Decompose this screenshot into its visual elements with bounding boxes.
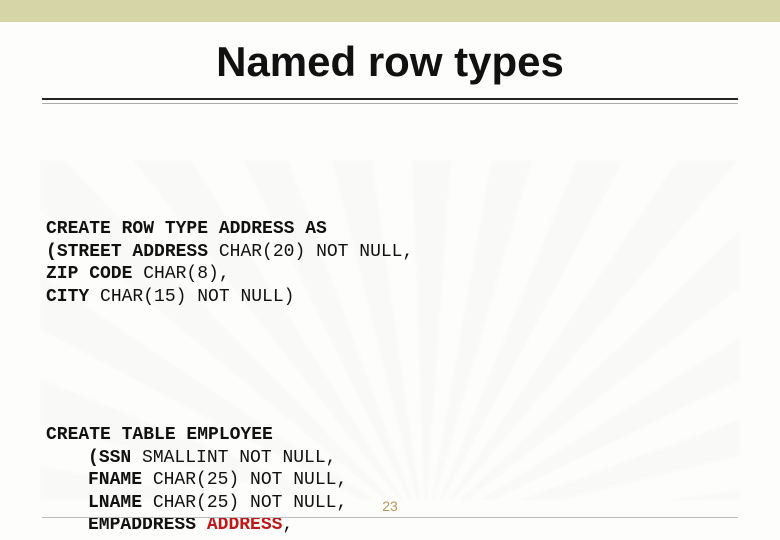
footer-rule bbox=[42, 517, 738, 518]
code-token: CHAR(8), bbox=[132, 264, 229, 284]
code-token: SMALLINT NOT NULL, bbox=[131, 448, 336, 468]
top-accent-band bbox=[0, 0, 780, 22]
code-token: SSN bbox=[99, 448, 131, 468]
code-token: EMPADDRESS bbox=[88, 515, 196, 535]
code-token: ( bbox=[46, 242, 57, 262]
code-token: STREET ADDRESS bbox=[57, 242, 208, 262]
slide-title: Named row types bbox=[208, 38, 572, 90]
code-token: ( bbox=[88, 448, 99, 468]
code-line: CREATE ROW TYPE ADDRESS AS bbox=[46, 219, 327, 239]
title-rule-thick bbox=[42, 98, 738, 100]
code-token: CITY bbox=[46, 287, 89, 307]
code-line: CREATE TABLE EMPLOYEE bbox=[46, 425, 273, 445]
code-block-create-table: CREATE TABLE EMPLOYEE (SSN SMALLINT NOT … bbox=[46, 402, 734, 540]
code-token: , bbox=[282, 515, 293, 535]
code-area: CREATE ROW TYPE ADDRESS AS (STREET ADDRE… bbox=[46, 128, 734, 540]
code-token bbox=[196, 515, 207, 535]
slide: Named row types CREATE ROW TYPE ADDRESS … bbox=[0, 0, 780, 540]
code-token: CHAR(20) NOT NULL, bbox=[208, 242, 413, 262]
code-token: CHAR(15) NOT NULL) bbox=[89, 287, 294, 307]
code-token: CHAR(25) NOT NULL, bbox=[142, 470, 347, 490]
title-rule-thin bbox=[42, 103, 738, 104]
code-block-create-row-type: CREATE ROW TYPE ADDRESS AS (STREET ADDRE… bbox=[46, 196, 734, 309]
code-token: ZIP CODE bbox=[46, 264, 132, 284]
code-token-typename: ADDRESS bbox=[207, 515, 283, 535]
title-area: Named row types bbox=[0, 38, 780, 104]
page-number: 23 bbox=[0, 498, 780, 514]
code-token: FNAME bbox=[88, 470, 142, 490]
